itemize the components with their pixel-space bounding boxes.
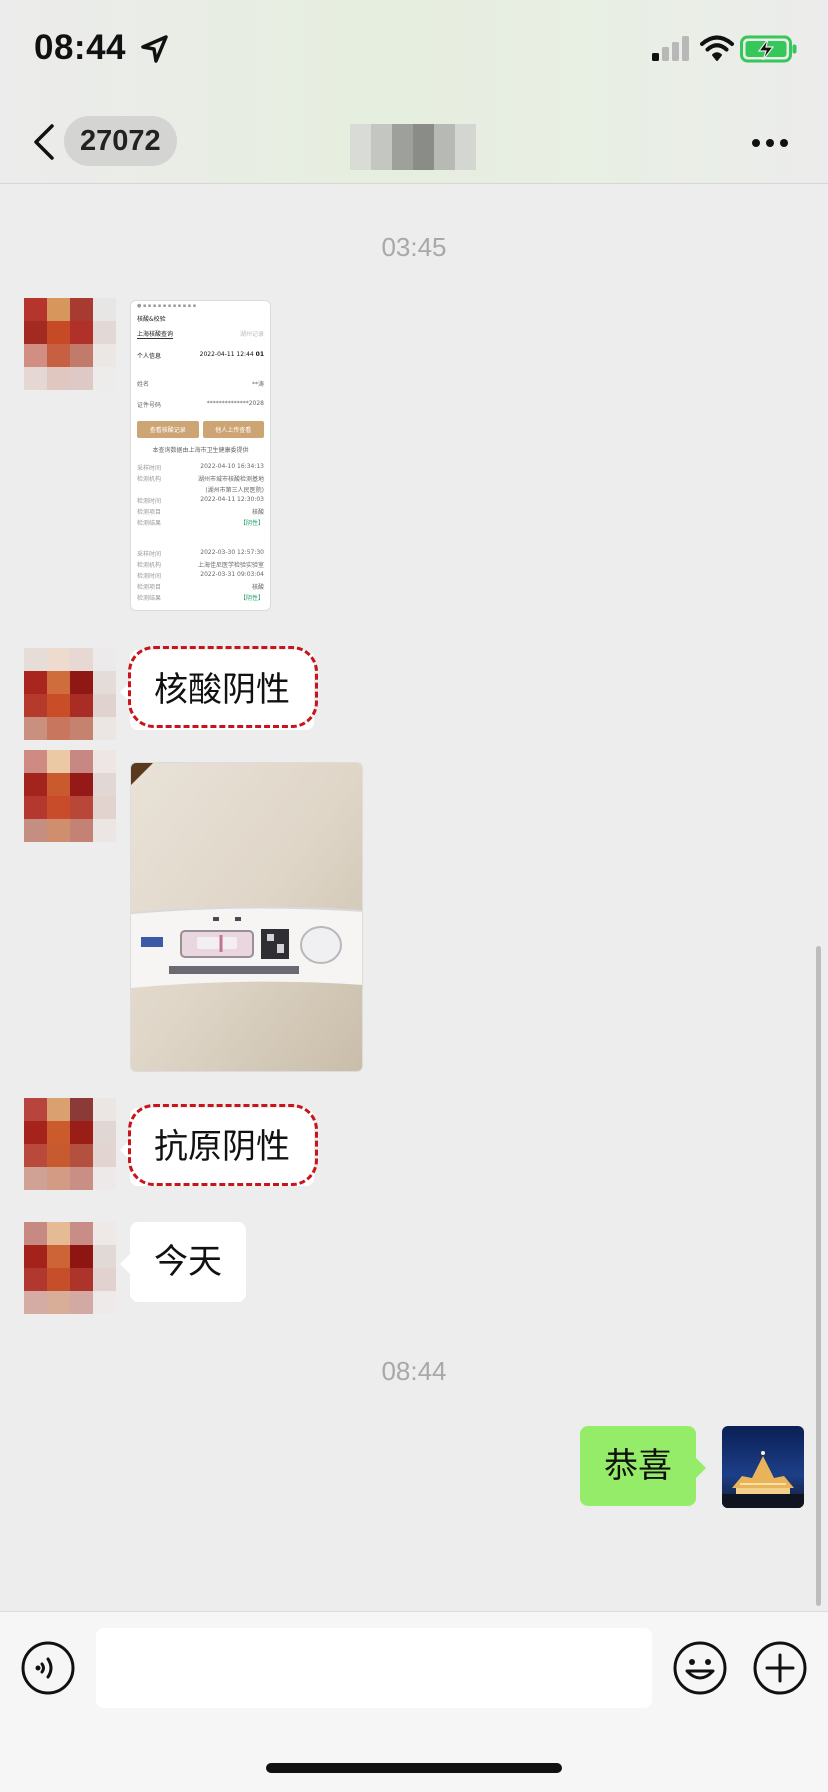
status-time: 08:44 bbox=[34, 28, 127, 67]
screenshot-record-label: 检测时间 bbox=[137, 498, 162, 505]
wifi-icon bbox=[700, 35, 734, 61]
screenshot-tab-active: 上海核酸查询 bbox=[137, 331, 174, 339]
screenshot-record-row: 采样时间 2022-04-10 16:34:13 bbox=[137, 463, 264, 472]
message-text: 今天 bbox=[154, 1242, 222, 1282]
screenshot-btn-2: 他人上传查看 bbox=[202, 421, 264, 438]
screenshot-record-value: 湖州市城市核酸检测基地 bbox=[197, 476, 264, 483]
screenshot-record-row: 检测机构 湖州市城市核酸检测基地 bbox=[137, 474, 264, 483]
home-indicator[interactable] bbox=[266, 1763, 562, 1773]
my-avatar[interactable] bbox=[722, 1426, 804, 1508]
screenshot-record-row: 检测结果 【阴性】 bbox=[137, 518, 264, 527]
screenshot-record-label: 采样时间 bbox=[137, 551, 162, 558]
contact-avatar[interactable] bbox=[24, 750, 116, 842]
night-palace-photo bbox=[722, 1426, 804, 1508]
screenshot-record-row: 检测项目 核酸 bbox=[137, 582, 264, 591]
plus-circle-icon[interactable] bbox=[752, 1640, 808, 1696]
message-text: 核酸阴性 bbox=[154, 670, 290, 710]
screenshot-record-label: 采样时间 bbox=[137, 465, 162, 472]
screenshot-btn-1: 查看核酸记录 bbox=[137, 421, 199, 438]
screenshot-record-row: 检测时间 2022-04-11 12:30:03 bbox=[137, 496, 264, 505]
my-message-bubble[interactable]: 恭喜 bbox=[580, 1426, 706, 1506]
voice-input-icon[interactable] bbox=[20, 1640, 76, 1696]
message-text: 抗原阴性 bbox=[154, 1127, 290, 1167]
screenshot-record-value: 2022-04-10 16:34:13 bbox=[200, 463, 264, 470]
screenshot-record-value: 【阴性】 bbox=[239, 595, 264, 602]
status-bar: 08:44 bbox=[0, 0, 828, 100]
location-arrow-icon bbox=[141, 35, 168, 63]
screenshot-record-label: 检测机构 bbox=[137, 476, 162, 483]
message-bubble[interactable]: 今天 bbox=[120, 1222, 246, 1302]
screenshot-record-row: 检测机构 上海佳尼医学检验实验室 bbox=[137, 560, 264, 569]
message-bubble[interactable]: 核酸阴性 bbox=[120, 650, 314, 730]
screenshot-section: 个人信息 bbox=[137, 353, 162, 360]
emoji-icon[interactable] bbox=[672, 1640, 728, 1696]
chevron-left-icon[interactable] bbox=[28, 120, 58, 164]
unread-count-badge[interactable]: 27072 bbox=[64, 116, 177, 166]
timestamp: 03:45 bbox=[381, 232, 447, 262]
timestamp: 08:44 bbox=[381, 1356, 447, 1386]
screenshot-record-row: 检测结果 【阴性】 bbox=[137, 593, 264, 602]
screenshot-record-value: (湖州市第三人民医院) bbox=[205, 487, 264, 494]
screenshot-record-row: 采样时间 2022-03-30 12:57:30 bbox=[137, 549, 264, 558]
chat-header: 27072 bbox=[0, 100, 828, 184]
screenshot-record-value: 2022-03-30 12:57:30 bbox=[200, 549, 264, 556]
scrollbar[interactable] bbox=[816, 946, 821, 1606]
screenshot-name-label: 姓名 bbox=[137, 381, 150, 388]
antigen-test-photo[interactable] bbox=[130, 762, 363, 1072]
screenshot-record-label: 检测结果 bbox=[137, 520, 162, 527]
contact-avatar[interactable] bbox=[24, 1222, 116, 1314]
cellular-signal-icon bbox=[652, 36, 689, 61]
contact-avatar[interactable] bbox=[24, 648, 116, 740]
screenshot-record-value: 上海佳尼医学检验实验室 bbox=[197, 562, 264, 569]
screenshot-record-value: 2022-04-11 12:30:03 bbox=[200, 496, 264, 503]
screenshot-record-value: 核酸 bbox=[251, 509, 264, 516]
screenshot-tab-inactive: 湖州记录 bbox=[239, 331, 264, 338]
screenshot-id-label: 证件号码 bbox=[137, 402, 162, 409]
screenshot-record-value: 【阴性】 bbox=[239, 520, 264, 527]
chat-title-obscured bbox=[350, 124, 476, 170]
screenshot-record-label: 检测项目 bbox=[137, 509, 162, 516]
antigen-test-photo-graphic bbox=[131, 763, 362, 1071]
screenshot-record-row: 检测项目 核酸 bbox=[137, 507, 264, 516]
contact-avatar[interactable] bbox=[24, 1098, 116, 1190]
screenshot-record-row: (湖州市第三人民医院) bbox=[137, 485, 264, 494]
message-bubble[interactable]: 抗原阴性 bbox=[120, 1108, 314, 1186]
message-text: 恭喜 bbox=[604, 1446, 672, 1486]
contact-avatar[interactable] bbox=[24, 298, 116, 390]
message-input[interactable] bbox=[96, 1628, 652, 1708]
screenshot-date: 2022-04-11 12:44 bbox=[199, 351, 254, 358]
screenshot-notice: 本查询数据由上海市卫生健康委提供 bbox=[152, 447, 249, 454]
screenshot-record-label: 检测时间 bbox=[137, 573, 162, 580]
screenshot-record-row: 检测时间 2022-03-31 09:03:04 bbox=[137, 571, 264, 580]
battery-charging-icon bbox=[740, 35, 797, 63]
screenshot-code: 01 bbox=[255, 351, 264, 358]
screenshot-record-label: 检测项目 bbox=[137, 584, 162, 591]
screenshot-image[interactable]: ● ▪ ▪ ▪ ▪ ▪ ▪ ▪ ▪ ▪ ▪ ▪ 核酸&校验 上海核酸查询 湖州记… bbox=[130, 300, 271, 611]
screenshot-name-value: **涛 bbox=[251, 381, 264, 388]
screenshot-record-value: 2022-03-31 09:03:04 bbox=[200, 571, 264, 578]
screenshot-record-label: 检测结果 bbox=[137, 595, 162, 602]
screenshot-id-value: **************2028 bbox=[206, 400, 264, 407]
screenshot-nav-title: 核酸&校验 bbox=[137, 316, 166, 323]
screenshot-content: ● ▪ ▪ ▪ ▪ ▪ ▪ ▪ ▪ ▪ ▪ ▪ 核酸&校验 上海核酸查询 湖州记… bbox=[131, 301, 270, 610]
more-dots-icon[interactable] bbox=[750, 136, 790, 150]
screenshot-record-value: 核酸 bbox=[251, 584, 264, 591]
screenshot-record-label: 检测机构 bbox=[137, 562, 162, 569]
